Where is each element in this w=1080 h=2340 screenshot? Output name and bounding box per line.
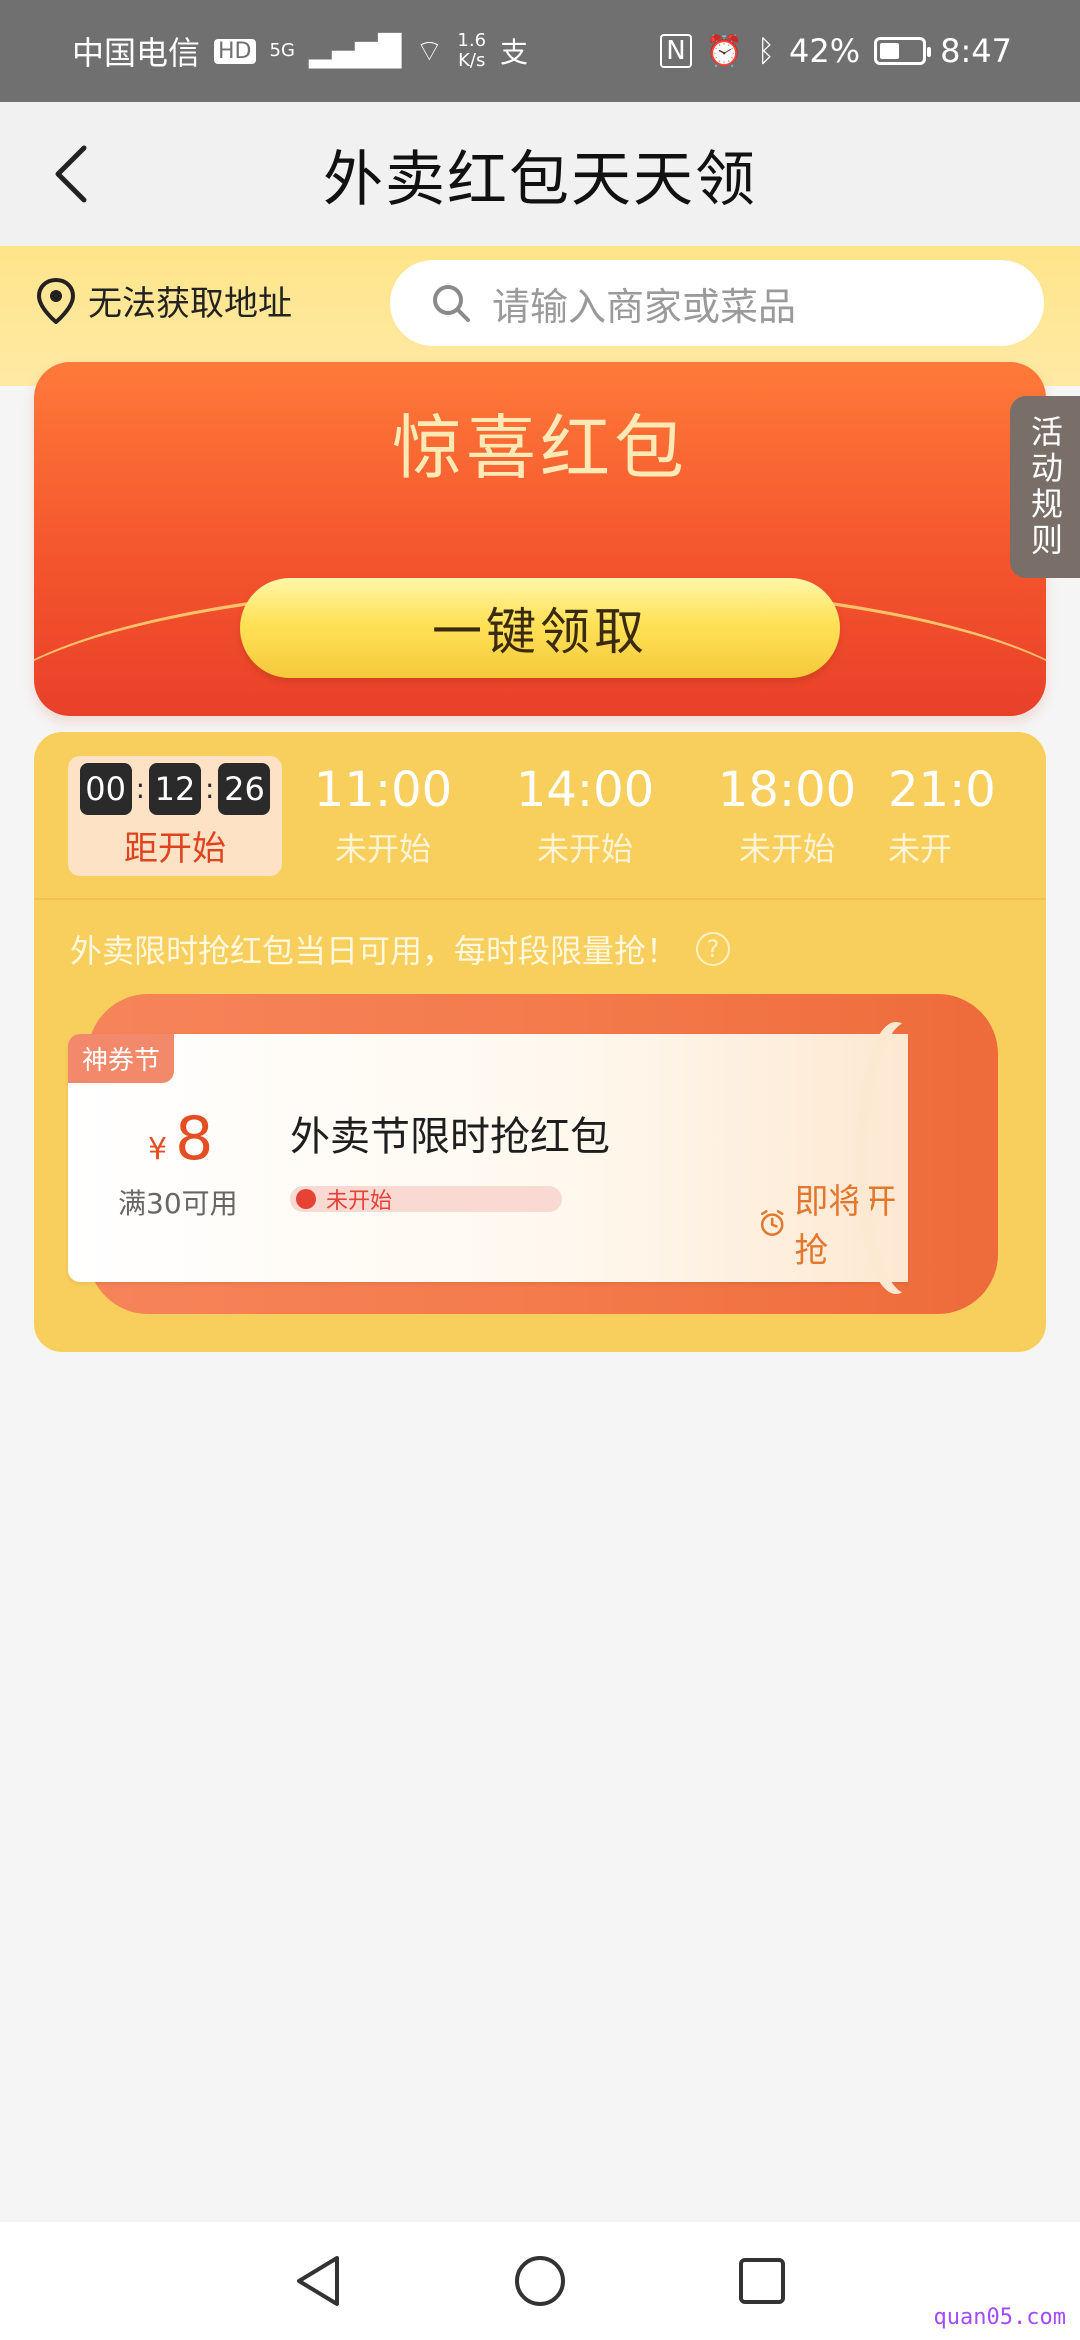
chevron-left-icon <box>55 145 87 203</box>
countdown-minutes: 12 <box>149 762 201 815</box>
slot-time: 14:00 <box>515 762 655 818</box>
system-nav-bar: quan05.com <box>0 2222 1080 2340</box>
location-pin-icon <box>36 277 76 324</box>
wifi-icon: ⌔ <box>415 34 444 69</box>
grab-soon-label: 即将开抢 <box>794 1182 897 1271</box>
signal-icon: ▂▄▆█ <box>308 33 402 69</box>
flash-sale-panel: 00 : 12 : 26 距开始 11:00 未开始 14:00 未开始 18:… <box>34 732 1046 1352</box>
coupon-badge: 神券节 <box>68 1034 175 1083</box>
time-slot-1800[interactable]: 18:00 未开始 <box>686 756 888 876</box>
home-circle-icon[interactable] <box>513 2254 567 2308</box>
location-selector[interactable]: 无法获取地址 <box>36 276 292 325</box>
countdown-seconds: 26 <box>218 762 271 815</box>
time-slot-1400[interactable]: 14:00 未开始 <box>484 756 686 876</box>
status-bar: 中国电信 HD 5G ▂▄▆█ ⌔ 1.6 K/s 支 N ⏰ ᛒ 42% 8:4… <box>0 0 1080 102</box>
countdown-hours: 00 <box>79 762 132 815</box>
activity-rules-tab[interactable]: 活动规则 <box>1010 396 1080 578</box>
grab-soon-button[interactable]: 即将开抢 <box>758 1174 908 1272</box>
nfc-icon: N <box>660 34 692 68</box>
status-dot-icon <box>296 1189 316 1209</box>
slot-time: 21:0 <box>888 762 996 818</box>
search-input[interactable]: 请输入商家或菜品 <box>390 260 1044 346</box>
slot-status: 未开始 <box>334 830 431 868</box>
coupon-title: 外卖节限时抢红包 <box>290 1114 610 1160</box>
coupon-amount: ¥ 8 <box>148 1104 213 1174</box>
search-placeholder: 请输入商家或菜品 <box>492 284 797 329</box>
search-icon <box>433 285 470 322</box>
slot-status: 未开始 <box>536 830 633 868</box>
alarm-icon: ⏰ <box>705 33 744 69</box>
coupon-progress: 未开始 <box>290 1186 562 1214</box>
battery-percent: 42% <box>789 32 861 70</box>
back-triangle-icon[interactable] <box>293 2254 343 2308</box>
clock: 8:47 <box>940 32 1012 70</box>
claim-all-button[interactable]: 一键领取 <box>240 578 840 678</box>
nav-bar: 外卖红包天天领 <box>0 102 1080 246</box>
coupon-condition: 满30可用 <box>118 1187 238 1220</box>
coupon-card[interactable]: 神券节 ¥ 8 满30可用 外卖节限时抢红包 未开始 即将开抢 <box>68 1034 908 1282</box>
network-type: 5G <box>269 40 295 61</box>
help-icon[interactable]: ? <box>696 932 731 966</box>
alarm-clock-icon <box>760 1210 784 1236</box>
surprise-red-packet-card: 惊喜红包 一键领取 <box>34 362 1046 716</box>
app-notification-icon: 支 <box>500 36 529 69</box>
back-button[interactable] <box>36 138 108 210</box>
currency-symbol: ¥ <box>148 1132 168 1167</box>
speed-readout: 1.6 K/s <box>457 30 487 71</box>
slot-time: 11:00 <box>313 762 453 818</box>
notice-text: 外卖限时抢红包当日可用，每时段限量抢！ <box>70 932 679 970</box>
recents-square-icon[interactable] <box>737 2256 787 2306</box>
time-slot-active[interactable]: 00 : 12 : 26 距开始 <box>68 756 282 876</box>
amount-value: 8 <box>175 1104 214 1174</box>
slot-status: 未开始 <box>738 830 835 868</box>
slot-time: 18:00 <box>717 762 857 818</box>
slot-status: 未开 <box>888 830 953 868</box>
time-slot-2100[interactable]: 21:0 未开 <box>888 756 1028 876</box>
divider <box>34 898 1046 900</box>
time-slot-1100[interactable]: 11:00 未开始 <box>282 756 484 876</box>
countdown-timer: 00 : 12 : 26 <box>79 762 271 815</box>
watermark: quan05.com <box>933 2305 1066 2330</box>
surprise-title: 惊喜红包 <box>392 407 688 489</box>
time-slot-tabs: 00 : 12 : 26 距开始 11:00 未开始 14:00 未开始 18:… <box>68 756 1046 876</box>
carrier-label: 中国电信 <box>72 34 201 72</box>
battery-icon <box>874 37 932 65</box>
progress-label: 未开始 <box>326 1189 393 1214</box>
location-label: 无法获取地址 <box>88 284 292 324</box>
countdown-label: 距开始 <box>124 828 226 869</box>
page-title: 外卖红包天天领 <box>323 144 757 215</box>
hd-badge: HD <box>214 38 256 64</box>
bluetooth-icon: ᛒ <box>757 33 776 69</box>
flash-sale-notice: 外卖限时抢红包当日可用，每时段限量抢！ ? <box>70 926 731 972</box>
